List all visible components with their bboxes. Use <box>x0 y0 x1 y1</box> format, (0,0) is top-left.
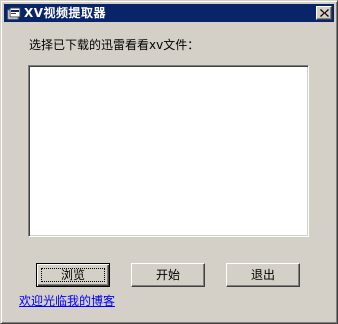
start-button-label: 开始 <box>155 268 180 282</box>
app-icon <box>7 6 21 20</box>
browse-button[interactable]: 浏览 <box>36 263 110 287</box>
app-window: XV视频提取器 选择已下载的迅雷看看xv文件： 浏览 开始 退出 欢迎光临我的博… <box>0 0 338 324</box>
file-listbox[interactable] <box>28 65 309 237</box>
browse-button-label: 浏览 <box>60 268 85 282</box>
window-title: XV视频提取器 <box>24 6 107 20</box>
exit-button-label: 退出 <box>250 268 275 282</box>
title-bar[interactable]: XV视频提取器 <box>4 4 334 22</box>
close-button[interactable] <box>316 6 332 20</box>
close-icon <box>320 9 329 17</box>
file-prompt-label: 选择已下载的迅雷看看xv文件： <box>29 38 200 52</box>
exit-button[interactable]: 退出 <box>226 263 300 287</box>
blog-link[interactable]: 欢迎光临我的博客 <box>19 293 115 309</box>
start-button[interactable]: 开始 <box>131 263 205 287</box>
